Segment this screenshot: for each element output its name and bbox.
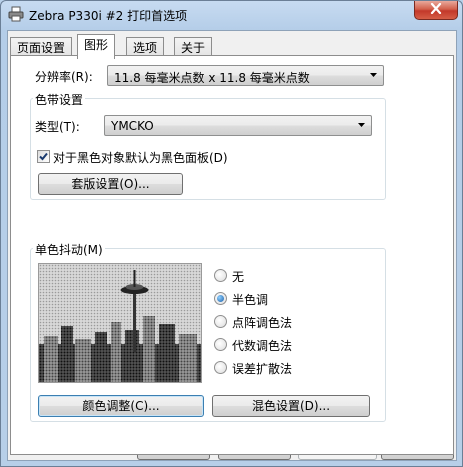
black-panel-label[interactable]: 对于黑色对象默认为黑色面板(D) <box>53 149 228 166</box>
overlay-settings-button[interactable]: 套版设置(O)... <box>38 173 183 195</box>
dither-option-ordered-radio[interactable] <box>214 315 227 328</box>
dither-option-algebraic-radio[interactable] <box>214 338 227 351</box>
resolution-select[interactable]: 11.8 每毫米点数 x 11.8 每毫米点数 <box>107 65 384 86</box>
close-icon <box>430 2 442 17</box>
printer-icon <box>8 6 24 22</box>
title-bar[interactable]: Zebra P330i #2 打印首选项 <box>1 1 462 27</box>
resolution-label: 分辨率(R): <box>35 70 93 84</box>
ribbon-group-title: 色带设置 <box>33 91 86 108</box>
dither-option-none-radio[interactable] <box>214 269 227 282</box>
dither-option-error-diffusion-radio[interactable] <box>214 361 227 374</box>
dither-option-error-diffusion-label[interactable]: 误差扩散法 <box>232 360 292 377</box>
dialog-window: Zebra P330i #2 打印首选项 页面设置 图形 选项 关于 分辨率(R… <box>0 0 463 467</box>
resolution-value: 11.8 每毫米点数 x 11.8 每毫米点数 <box>114 71 310 85</box>
dither-option-halftone-radio[interactable] <box>214 292 227 305</box>
black-panel-checkbox[interactable] <box>37 150 50 163</box>
blend-settings-button[interactable]: 混色设置(D)... <box>212 395 370 417</box>
close-button[interactable] <box>414 1 458 20</box>
tab-graphics[interactable]: 图形 <box>77 34 116 59</box>
color-adjust-button[interactable]: 颜色调整(C)... <box>38 395 204 417</box>
ribbon-type-value: YMCKO <box>111 119 154 133</box>
dither-group-title: 单色抖动(M) <box>33 241 105 258</box>
dialog-body: 页面设置 图形 选项 关于 分辨率(R): 11.8 每毫米点数 x 11.8 … <box>7 30 457 461</box>
dither-preview-image <box>38 263 202 383</box>
graphics-panel: 分辨率(R): 11.8 每毫米点数 x 11.8 每毫米点数 色带设置 类型(… <box>10 55 454 455</box>
ribbon-type-select[interactable]: YMCKO <box>104 115 372 136</box>
dither-option-algebraic-label[interactable]: 代数调色法 <box>232 337 292 354</box>
chevron-down-icon <box>369 69 378 84</box>
dither-option-halftone-label[interactable]: 半色调 <box>232 291 268 308</box>
dither-option-ordered-label[interactable]: 点阵调色法 <box>232 314 292 331</box>
window-title: Zebra P330i #2 打印首选项 <box>29 9 188 23</box>
dither-option-none-label[interactable]: 无 <box>232 268 244 285</box>
chevron-down-icon <box>357 119 366 134</box>
ribbon-type-label: 类型(T): <box>35 120 80 134</box>
